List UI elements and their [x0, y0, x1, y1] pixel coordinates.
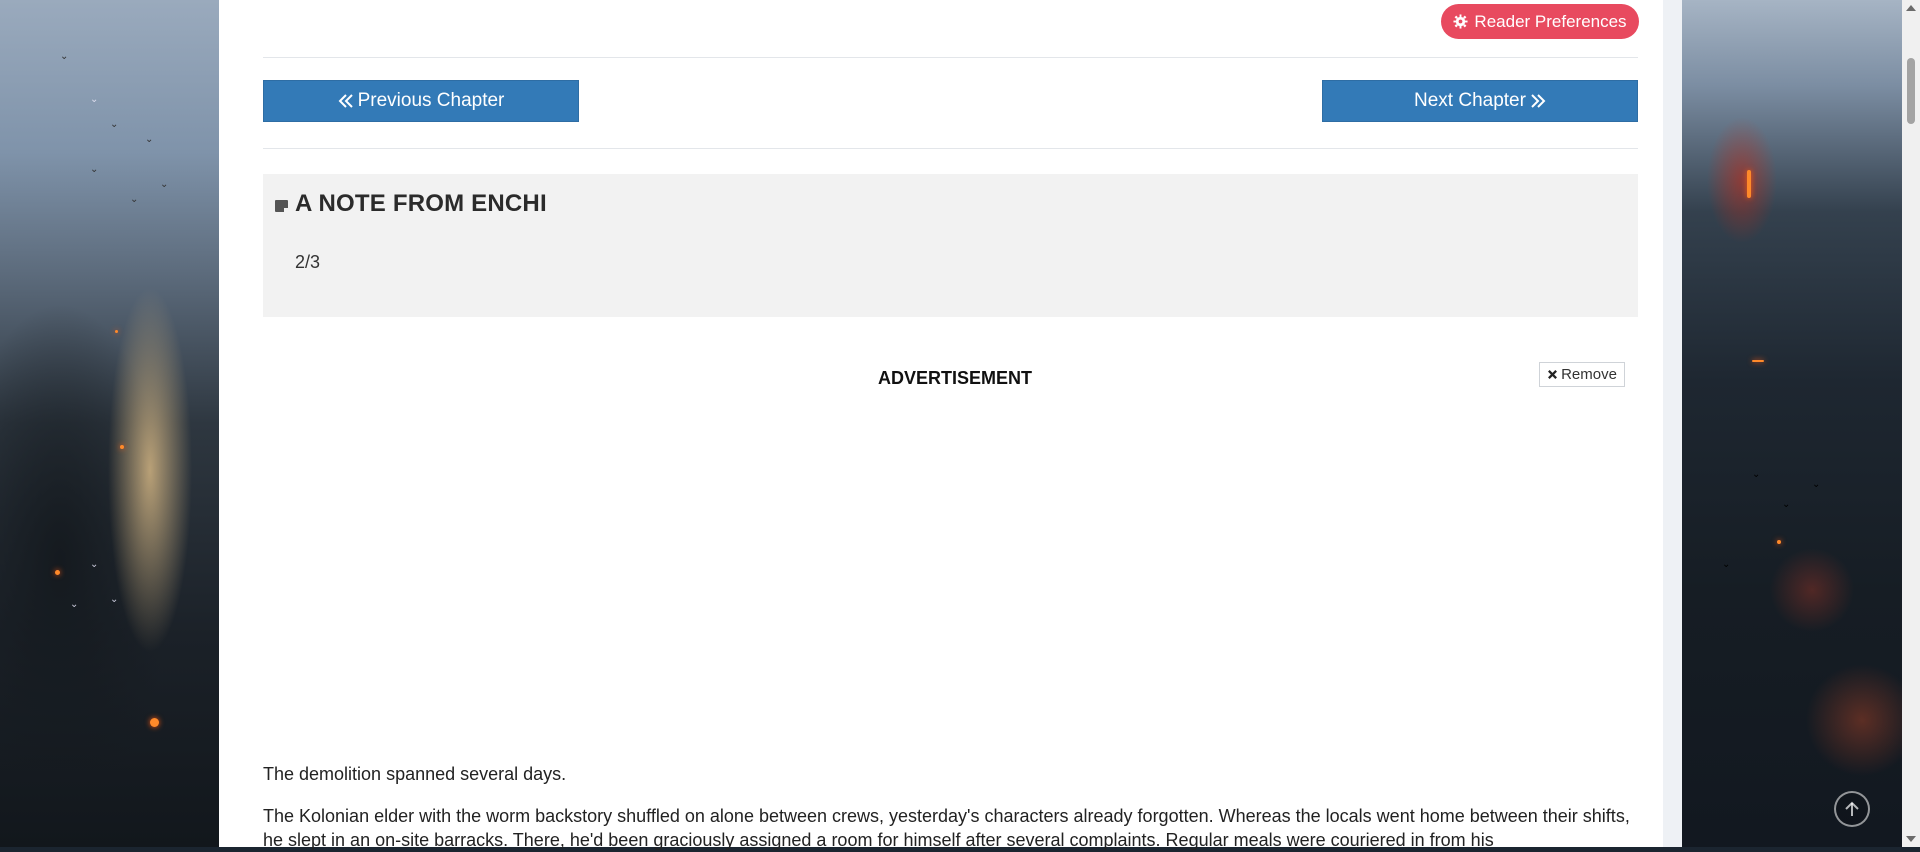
author-note-body: 2/3	[295, 252, 321, 272]
next-chapter-button[interactable]: Next Chapter	[1322, 80, 1638, 122]
arrow-up-circle-icon	[1845, 801, 1859, 816]
background-art-left: ⌄ ⌄ ⌄ ⌄ ⌄ ⌄ ⌄ ⌄ ⌄ ⌄	[0, 0, 219, 847]
double-chevron-right-icon	[1531, 94, 1546, 108]
author-note-title: A NOTE FROM ENCHI	[295, 190, 547, 217]
scrollbar-thumb[interactable]	[1907, 58, 1915, 124]
double-chevron-left-icon	[338, 94, 353, 108]
remove-ad-label: Remove	[1561, 366, 1617, 383]
advertisement-label: ADVERTISEMENT	[878, 368, 1033, 388]
chapter-paragraph: The Kolonian elder with the worm backsto…	[263, 806, 1630, 850]
scroll-down-arrow-icon[interactable]	[1906, 836, 1916, 842]
chapter-content-panel	[219, 0, 1663, 847]
note-icon	[275, 200, 289, 213]
divider	[263, 148, 1638, 149]
remove-ad-button[interactable]: Remove	[1539, 362, 1625, 387]
page-scrollbar[interactable]	[1902, 0, 1920, 847]
divider	[263, 57, 1638, 58]
gear-icon	[1453, 14, 1468, 29]
scroll-to-top-button[interactable]	[1834, 791, 1870, 827]
author-note: A NOTE FROM ENCHI 2/3	[263, 174, 1638, 317]
reader-preferences-label: Reader Preferences	[1474, 11, 1627, 31]
close-icon	[1548, 370, 1558, 379]
background-art-right: ⌄ ⌄ ⌄ ⌄	[1682, 0, 1902, 847]
previous-chapter-button[interactable]: Previous Chapter	[263, 80, 579, 122]
previous-chapter-label: Previous Chapter	[357, 90, 505, 111]
scroll-up-arrow-icon[interactable]	[1906, 5, 1916, 11]
reader-preferences-button[interactable]: Reader Preferences	[1441, 4, 1639, 39]
next-chapter-label: Next Chapter	[1414, 90, 1526, 111]
chapter-paragraph: The demolition spanned several days.	[263, 764, 567, 784]
